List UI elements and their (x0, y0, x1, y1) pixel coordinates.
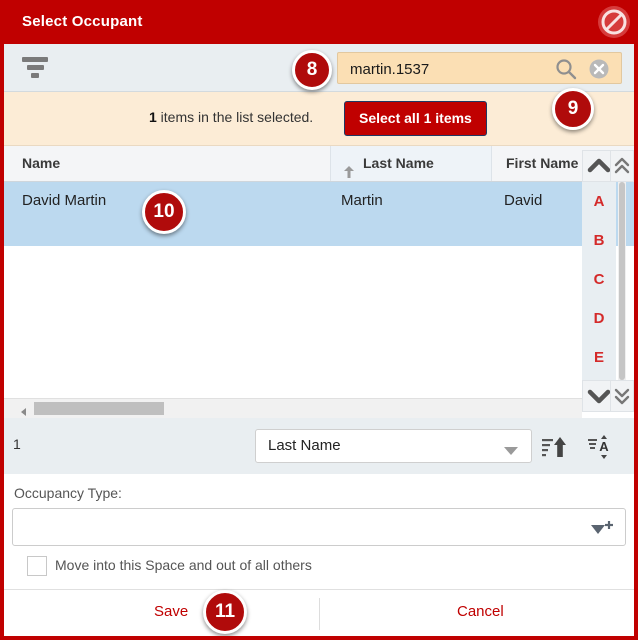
save-button[interactable]: Save (148, 602, 194, 621)
dropdown-add-icon[interactable] (589, 519, 615, 544)
select-all-button[interactable]: Select all 1 items (344, 101, 487, 136)
chevron-down-icon (503, 443, 519, 461)
move-into-space-checkbox[interactable] (27, 556, 47, 576)
vertical-scrollbar-thumb[interactable] (619, 182, 625, 380)
search-icon[interactable] (554, 57, 578, 81)
dialog-footer: Save Cancel (4, 589, 634, 636)
callout-badge-8: 8 (292, 50, 332, 90)
occupancy-type-label: Occupancy Type: (14, 485, 122, 501)
svg-text:A: A (599, 439, 609, 454)
search-input[interactable] (348, 53, 542, 85)
alphabet-index: A B C D E (582, 182, 616, 380)
cell-name: David Martin (22, 192, 107, 209)
selection-count: 1 (149, 109, 157, 125)
callout-badge-9: 9 (552, 88, 594, 130)
alpha-letter-c[interactable]: C (582, 260, 616, 299)
callout-badge-11: 11 (203, 590, 247, 634)
sort-field-select[interactable]: Last Name (255, 429, 532, 463)
move-into-space-label[interactable]: Move into this Space and out of all othe… (55, 557, 312, 573)
grid-footer: 1 Last Name A (4, 418, 634, 474)
filter-icon[interactable] (21, 57, 49, 81)
sort-field-value: Last Name (268, 437, 341, 454)
table-header: Name Last Name First Name (4, 146, 634, 182)
cell-first-name: David (504, 192, 543, 209)
page-down-button[interactable] (610, 380, 634, 412)
occupancy-type-select[interactable] (12, 508, 626, 546)
move-into-space-row: Move into this Space and out of all othe… (4, 552, 634, 588)
alpha-letter-e[interactable]: E (582, 338, 616, 377)
row-count: 1 (13, 436, 21, 452)
selection-count-text: 1 items in the list selected. (149, 109, 313, 125)
dialog-title: Select Occupant (22, 13, 143, 30)
horizontal-scrollbar-thumb[interactable] (34, 402, 164, 415)
callout-badge-10: 10 (142, 190, 186, 234)
close-icon[interactable] (598, 6, 630, 38)
table-row[interactable]: David Martin Martin David (4, 182, 634, 246)
selection-banner: 1 items in the list selected. Select all… (4, 92, 634, 146)
alpha-letter-b[interactable]: B (582, 221, 616, 260)
select-occupant-dialog: Select Occupant martin.1537 1 items in t… (0, 0, 638, 640)
search-field-wrapper (337, 52, 622, 85)
clear-search-icon[interactable] (587, 57, 611, 81)
dialog-titlebar: Select Occupant (4, 0, 634, 44)
vertical-scrollbar[interactable] (618, 182, 626, 380)
column-header-last-name-label: Last Name (363, 155, 434, 171)
sort-ascending-button[interactable] (541, 436, 567, 463)
page-up-button[interactable] (610, 150, 634, 182)
alpha-letter-d[interactable]: D (582, 299, 616, 338)
footer-divider (319, 598, 320, 630)
selection-count-suffix: items in the list selected. (156, 109, 314, 125)
cell-last-name: Martin (341, 192, 383, 209)
column-header-name[interactable]: Name (4, 146, 330, 181)
table-body: David Martin Martin David (4, 182, 634, 398)
alpha-letter-a[interactable]: A (582, 182, 616, 221)
column-header-last-name[interactable]: Last Name (330, 146, 492, 181)
sort-ascending-icon (343, 157, 355, 181)
horizontal-scrollbar[interactable] (4, 398, 582, 418)
sort-alphabetical-button[interactable]: A (587, 434, 613, 465)
cancel-button[interactable]: Cancel (451, 602, 510, 621)
